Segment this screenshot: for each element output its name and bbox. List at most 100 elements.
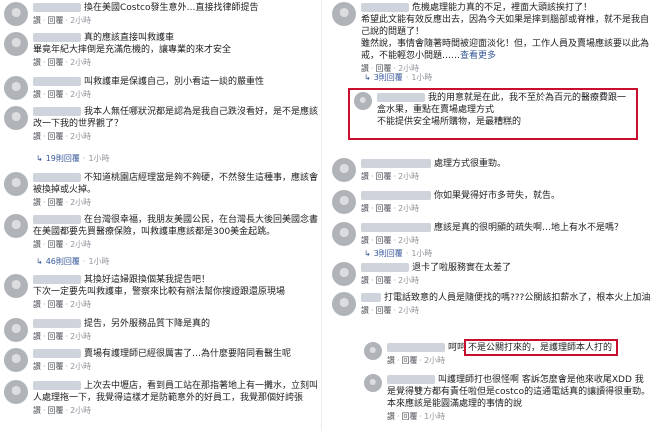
commenter-name[interactable] — [33, 33, 81, 42]
avatar[interactable] — [4, 348, 28, 372]
avatar[interactable] — [332, 222, 356, 246]
reply-button[interactable]: 回覆 — [48, 198, 64, 207]
reply-button[interactable]: 回覆 — [376, 236, 392, 245]
avatar[interactable] — [4, 2, 28, 26]
commenter-name[interactable] — [33, 215, 81, 224]
like-button[interactable]: 讚 — [361, 276, 369, 285]
avatar[interactable] — [4, 106, 28, 130]
reply-button[interactable]: 回覆 — [376, 276, 392, 285]
reply-button[interactable]: 回覆 — [48, 406, 64, 415]
commenter-name[interactable] — [33, 173, 81, 182]
avatar[interactable] — [332, 190, 356, 214]
avatar[interactable] — [4, 172, 28, 196]
avatar[interactable] — [332, 262, 356, 286]
commenter-name[interactable] — [33, 107, 81, 116]
like-button[interactable]: 讚 — [33, 198, 41, 207]
comment-time[interactable]: 2小時 — [70, 362, 91, 371]
like-button[interactable]: 讚 — [387, 356, 395, 365]
avatar[interactable] — [4, 214, 28, 238]
comment-time[interactable]: 2小時 — [70, 406, 91, 415]
like-button[interactable]: 讚 — [33, 132, 41, 141]
commenter-name[interactable] — [33, 319, 81, 328]
comment-time[interactable]: 2小時 — [70, 90, 91, 99]
avatar[interactable] — [364, 342, 382, 360]
comment-time[interactable]: 2小時 — [70, 300, 91, 309]
reply-button[interactable]: 回覆 — [48, 58, 64, 67]
commenter-name[interactable] — [361, 263, 409, 272]
reply-button[interactable]: 回覆 — [48, 332, 64, 341]
commenter-name[interactable] — [387, 375, 435, 384]
avatar[interactable] — [4, 76, 28, 100]
commenter-name[interactable] — [361, 159, 431, 168]
like-button[interactable]: 讚 — [361, 236, 369, 245]
view-replies-link[interactable]: ↳ 19則回覆 · 1小時 — [36, 153, 110, 164]
comment-time[interactable]: 1小時 — [424, 412, 445, 421]
like-button[interactable]: 讚 — [33, 240, 41, 249]
comment-text: 換在美國Costco發生意外…直接找律師提告 — [84, 3, 259, 13]
comment-text: 賣場有護理師已經很厲害了…為什麼要陪同看醫生呢 — [84, 349, 292, 359]
commenter-name[interactable] — [33, 275, 81, 284]
like-button[interactable]: 讚 — [33, 362, 41, 371]
comment-time[interactable]: 2小時 — [70, 132, 91, 141]
comment-text: 叫救護車是保護自己，別小看這一談的嚴重性 — [84, 77, 265, 87]
comment-time[interactable]: 2小時 — [398, 204, 419, 213]
like-button[interactable]: 讚 — [387, 412, 395, 421]
reply-button[interactable]: 回覆 — [48, 300, 64, 309]
reply-button[interactable]: 回覆 — [48, 132, 64, 141]
avatar[interactable] — [332, 292, 356, 316]
reply-button[interactable]: 回覆 — [376, 204, 392, 213]
reply-button[interactable]: 回覆 — [48, 240, 64, 249]
reply-button[interactable]: 回覆 — [376, 306, 392, 315]
reply-button[interactable]: 回覆 — [48, 90, 64, 99]
commenter-name[interactable] — [361, 293, 381, 302]
commenter-name[interactable] — [387, 343, 445, 352]
comment-time[interactable]: 2小時 — [70, 240, 91, 249]
see-more-link[interactable]: 查看更多 — [460, 51, 496, 61]
commenter-name[interactable] — [33, 381, 81, 390]
reply-button[interactable]: 回覆 — [376, 172, 392, 181]
comment-time[interactable]: 2小時 — [70, 58, 91, 67]
reply-button[interactable]: 回覆 — [48, 362, 64, 371]
like-button[interactable]: 讚 — [33, 58, 41, 67]
comment-time[interactable]: 2小時 — [70, 16, 91, 25]
comment-time[interactable]: 2小時 — [398, 172, 419, 181]
commenter-name[interactable] — [377, 93, 425, 102]
avatar[interactable] — [4, 32, 28, 56]
like-button[interactable]: 讚 — [33, 90, 41, 99]
like-button[interactable]: 讚 — [33, 300, 41, 309]
like-button[interactable]: 讚 — [361, 204, 369, 213]
like-button[interactable]: 讚 — [33, 16, 41, 25]
like-button[interactable]: 讚 — [361, 306, 369, 315]
avatar[interactable] — [4, 274, 28, 298]
reply-button[interactable]: 回覆 — [402, 356, 418, 365]
reply-button[interactable]: 回覆 — [402, 412, 418, 421]
like-button[interactable]: 讚 — [361, 172, 369, 181]
avatar[interactable] — [4, 318, 28, 342]
comment-time[interactable]: 2小時 — [398, 276, 419, 285]
comment-time[interactable]: 2小時 — [70, 332, 91, 341]
comment-column-left: 換在美國Costco發生意外…直接找律師提告 讚 · 回覆 · 2小時 真的應該直接叫救… — [0, 0, 322, 431]
avatar[interactable] — [354, 92, 372, 110]
avatar[interactable] — [4, 380, 28, 404]
comment-time[interactable]: 2小時 — [424, 356, 445, 365]
view-replies-link[interactable]: ↳ 3則回覆 · 1小時 — [364, 248, 432, 259]
commenter-name[interactable] — [33, 3, 81, 12]
avatar[interactable] — [332, 158, 356, 182]
comment: 換在美國Costco發生意外…直接找律師提告 讚 · 回覆 · 2小時 — [4, 2, 318, 26]
reply-button[interactable]: 回覆 — [48, 16, 64, 25]
avatar[interactable] — [332, 2, 356, 26]
avatar[interactable] — [364, 374, 382, 392]
comment-time[interactable]: 2小時 — [70, 198, 91, 207]
commenter-name[interactable] — [361, 191, 431, 200]
comment-time[interactable]: 2小時 — [398, 306, 419, 315]
comment-time[interactable]: 2小時 — [398, 236, 419, 245]
commenter-name[interactable] — [361, 3, 409, 12]
view-replies-link[interactable]: ↳ 46則回覆 · 1小時 — [36, 256, 110, 267]
commenter-name[interactable] — [33, 349, 81, 358]
reply-comment: 叫護理師打也很怪啊 客訴怎麼會是他來收尾XDD 我是覺得雙方都有責任啦但是cos… — [364, 374, 652, 422]
commenter-name[interactable] — [33, 77, 81, 86]
like-button[interactable]: 讚 — [33, 332, 41, 341]
commenter-name[interactable] — [361, 223, 431, 232]
view-replies-link[interactable]: ↳ 3則回覆 · 1小時 — [364, 72, 432, 83]
like-button[interactable]: 讚 — [33, 406, 41, 415]
